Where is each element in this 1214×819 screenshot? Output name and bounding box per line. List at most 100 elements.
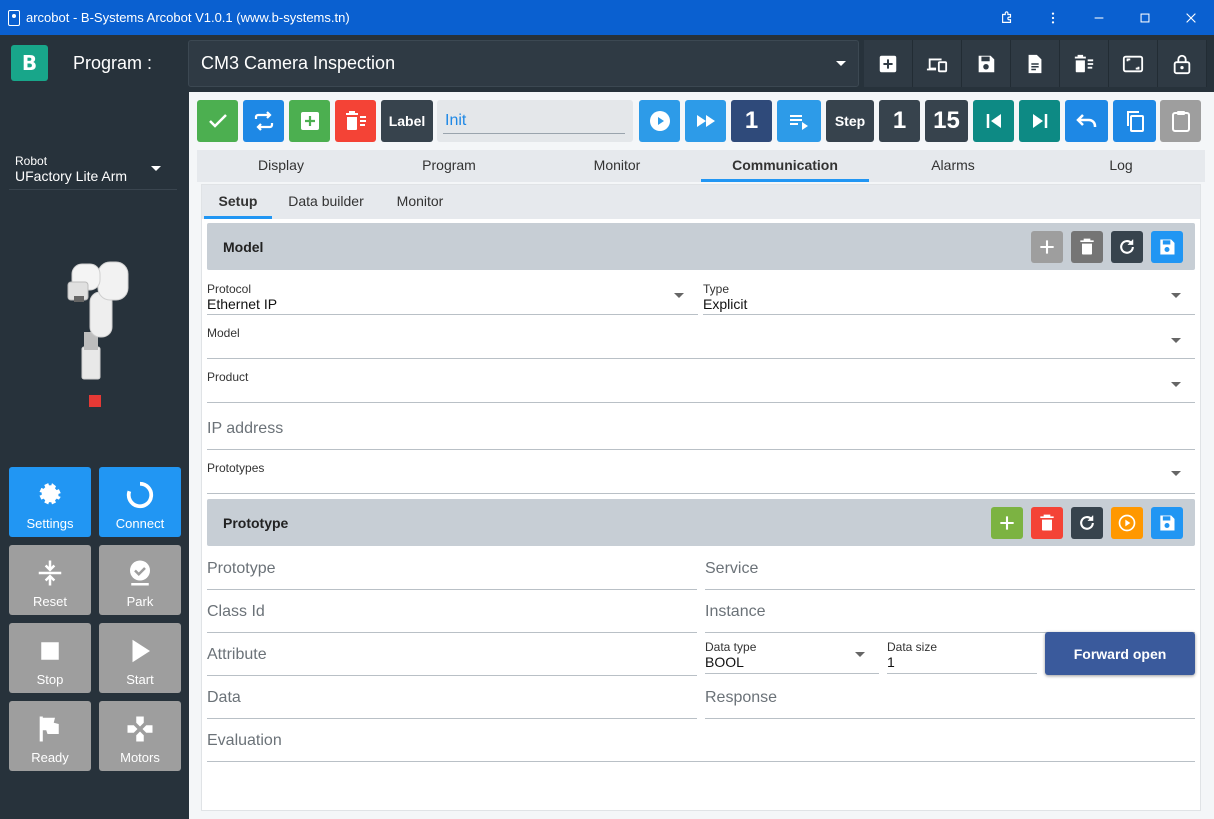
maximize-icon[interactable] (1122, 0, 1168, 35)
chevron-down-icon (855, 652, 865, 657)
prototype-save-button[interactable] (1151, 507, 1183, 539)
tab-alarms[interactable]: Alarms (869, 150, 1037, 182)
attribute-input[interactable]: Attribute (207, 638, 697, 676)
data-input[interactable]: Data (207, 681, 697, 719)
type-label: Type (703, 282, 730, 296)
playlist-play-icon (790, 115, 808, 130)
delete-step-button[interactable] (335, 100, 376, 142)
file-button[interactable] (1011, 40, 1060, 87)
add-step-button[interactable] (289, 100, 330, 142)
new-program-button[interactable] (864, 40, 913, 87)
start-button[interactable]: Start (99, 623, 181, 693)
app-header: B Program : CM3 Camera Inspection (0, 35, 1214, 92)
minimize-icon[interactable] (1076, 0, 1122, 35)
connect-button[interactable]: Connect (99, 467, 181, 537)
instance-input[interactable]: Instance (705, 595, 1195, 633)
undo-button[interactable] (1065, 100, 1108, 142)
close-icon[interactable] (1168, 0, 1214, 35)
last-step-button[interactable] (1019, 100, 1060, 142)
ip-address-input[interactable]: IP address (207, 412, 1195, 450)
chevron-down-icon (1171, 293, 1181, 298)
motors-button[interactable]: Motors (99, 701, 181, 771)
init-field[interactable]: Init (437, 100, 633, 142)
play-circle-icon (1118, 514, 1136, 532)
plus-icon (1000, 516, 1014, 530)
play-list-button[interactable] (777, 100, 821, 142)
prototypes-label: Prototypes (207, 461, 265, 475)
stop-button[interactable]: Stop (9, 623, 91, 693)
copy-button[interactable] (1113, 100, 1156, 142)
undo-icon (1075, 114, 1096, 127)
tab-program[interactable]: Program (365, 150, 533, 182)
response-input[interactable]: Response (705, 681, 1195, 719)
prototype-run-button[interactable] (1111, 507, 1143, 539)
delete-program-button[interactable] (1060, 40, 1109, 87)
data-size-input[interactable]: Data size 1 (887, 640, 1037, 674)
prototype-refresh-button[interactable] (1071, 507, 1103, 539)
repeat-button[interactable] (243, 100, 284, 142)
step-total: 15 (925, 100, 968, 142)
model-save-button[interactable] (1151, 231, 1183, 263)
class-id-input[interactable]: Class Id (207, 595, 697, 633)
tab-log[interactable]: Log (1037, 150, 1205, 182)
ready-button[interactable]: Ready (9, 701, 91, 771)
robot-select[interactable]: Robot UFactory Lite Arm (9, 154, 177, 190)
gamepad-icon (127, 716, 153, 742)
plus-icon (1040, 240, 1054, 254)
data-type-label: Data type (705, 640, 757, 654)
repeat-icon (254, 111, 273, 131)
forward-open-button[interactable]: Forward open (1045, 632, 1195, 675)
prototype-input[interactable]: Prototype (207, 552, 697, 590)
label-button[interactable]: Label (381, 100, 433, 142)
program-select[interactable]: CM3 Camera Inspection (188, 40, 859, 87)
run-button[interactable] (639, 100, 680, 142)
connect-label: Connect (115, 516, 165, 531)
product-select[interactable]: Product (207, 370, 1195, 403)
lock-button[interactable] (1158, 40, 1207, 87)
reset-button[interactable]: Reset (9, 545, 91, 615)
program-label: Program : (73, 53, 153, 73)
stop-label: Stop (36, 672, 64, 687)
type-select[interactable]: Type Explicit (703, 282, 1195, 315)
data-size-value: 1 (887, 654, 895, 670)
window-title-bar: arcobot - B-Systems Arcobot V1.0.1 (www.… (0, 0, 1214, 35)
flag-icon (39, 716, 59, 742)
settings-button[interactable]: Settings (9, 467, 91, 537)
file-icon (1028, 54, 1042, 73)
fast-forward-button[interactable] (685, 100, 726, 142)
save-program-button[interactable] (962, 40, 1011, 87)
model-refresh-button[interactable] (1111, 231, 1143, 263)
more-options-icon[interactable] (1030, 0, 1076, 35)
service-input[interactable]: Service (705, 552, 1195, 590)
paste-button[interactable] (1160, 100, 1201, 142)
validate-button[interactable] (197, 100, 238, 142)
data-type-select[interactable]: Data type BOOL (705, 640, 879, 674)
tab-monitor[interactable]: Monitor (533, 150, 701, 182)
park-button[interactable]: Park (99, 545, 181, 615)
logo: B (11, 45, 48, 81)
model-delete-button[interactable] (1071, 231, 1103, 263)
subtab-data-builder[interactable]: Data builder (278, 185, 374, 219)
subtab-monitor[interactable]: Monitor (382, 185, 458, 219)
prototypes-select[interactable]: Prototypes (207, 461, 1195, 494)
first-step-button[interactable] (973, 100, 1014, 142)
chevron-down-icon (1171, 471, 1181, 476)
model-select[interactable]: Model (207, 326, 1195, 359)
prototype-delete-button[interactable] (1031, 507, 1063, 539)
clipboard-icon (1171, 111, 1190, 132)
count-display: 1 (731, 100, 772, 142)
evaluation-input[interactable]: Evaluation (207, 724, 1195, 762)
tab-display[interactable]: Display (197, 150, 365, 182)
copy-icon (1126, 111, 1144, 132)
data-type-value: BOOL (705, 654, 744, 670)
protocol-select[interactable]: Protocol Ethernet IP (207, 282, 698, 315)
extensions-icon[interactable] (984, 0, 1030, 35)
tab-communication[interactable]: Communication (701, 150, 869, 182)
prototype-add-button[interactable] (991, 507, 1023, 539)
subtab-setup[interactable]: Setup (204, 185, 272, 219)
count-value: 1 (744, 107, 759, 134)
screen-button[interactable] (1109, 40, 1158, 87)
model-add-button[interactable] (1031, 231, 1063, 263)
refresh-icon (1120, 239, 1134, 254)
devices-button[interactable] (913, 40, 962, 87)
